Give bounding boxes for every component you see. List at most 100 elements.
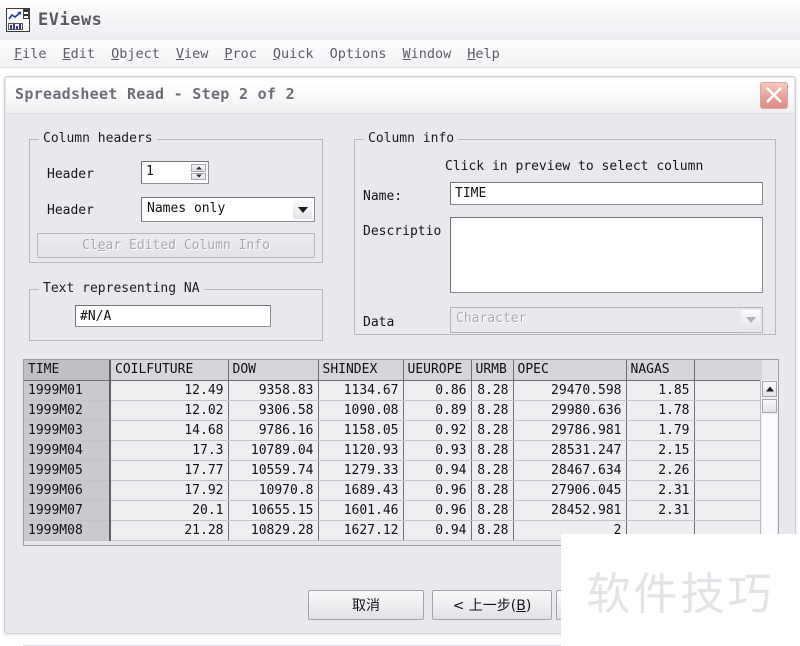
- table-cell[interactable]: 1999M01: [24, 380, 111, 401]
- preview-table[interactable]: TIME COILFUTURE DOW SHINDEX UEUROPE URMB OPEC N…: [24, 360, 762, 541]
- table-cell[interactable]: 8.28: [471, 480, 514, 501]
- table-cell[interactable]: 14.68: [110, 420, 229, 441]
- table-cell[interactable]: 8.28: [471, 420, 514, 441]
- table-cell[interactable]: 0.94: [403, 520, 472, 541]
- table-cell[interactable]: 8.28: [471, 520, 514, 541]
- table-column-header[interactable]: NAGAS: [626, 360, 695, 381]
- back-button[interactable]: < 上一步(B): [432, 590, 552, 620]
- next-button[interactable]: 下: [556, 590, 676, 620]
- table-column-header[interactable]: URMB: [471, 360, 514, 381]
- table-cell[interactable]: 2.26: [626, 460, 695, 481]
- chevron-down-icon[interactable]: [293, 200, 312, 219]
- menu-item-window[interactable]: Window: [394, 44, 459, 64]
- table-cell[interactable]: 29470.598: [513, 380, 627, 401]
- table-row[interactable]: 1999M06 17.92 10970.8 1689.43 0.96 8.28 27906.…: [24, 480, 762, 501]
- scrollbar-track[interactable]: [762, 415, 777, 543]
- cancel-button[interactable]: 取消: [308, 590, 424, 620]
- table-cell[interactable]: 8.28: [471, 440, 514, 461]
- menu-item-file[interactable]: FFileile: [6, 44, 55, 64]
- preview-vertical-scrollbar[interactable]: [760, 380, 778, 545]
- table-cell[interactable]: 10559.74: [228, 460, 319, 481]
- table-cell[interactable]: 2.31: [626, 480, 695, 501]
- table-cell[interactable]: 9786.16: [228, 420, 319, 441]
- table-cell[interactable]: 1999M06: [24, 480, 111, 501]
- stepper-up-icon[interactable]: [191, 164, 206, 172]
- table-cell[interactable]: 1134.67: [318, 380, 404, 401]
- table-column-header[interactable]: TIME: [24, 360, 111, 381]
- close-icon[interactable]: [760, 82, 788, 109]
- table-cell[interactable]: [694, 520, 762, 541]
- table-cell[interactable]: 1158.05: [318, 420, 404, 441]
- table-cell[interactable]: 28467.634: [513, 460, 627, 481]
- table-cell[interactable]: 8.28: [471, 400, 514, 421]
- menu-item-object[interactable]: Object: [103, 44, 168, 64]
- table-cell[interactable]: 9358.83: [228, 380, 319, 401]
- table-cell[interactable]: 2.15: [626, 440, 695, 461]
- column-name-input[interactable]: TIME: [450, 182, 763, 205]
- table-cell[interactable]: 1689.43: [318, 480, 404, 501]
- table-cell[interactable]: 8.28: [471, 500, 514, 521]
- table-cell[interactable]: 0.94: [403, 460, 472, 481]
- table-row[interactable]: 1999M04 17.3 10789.04 1120.93 0.93 8.28 28531.…: [24, 440, 762, 461]
- menu-item-proc[interactable]: Proc: [216, 44, 265, 64]
- table-cell[interactable]: 0.86: [403, 380, 472, 401]
- table-cell[interactable]: [694, 420, 762, 441]
- table-row[interactable]: 1999M03 14.68 9786.16 1158.05 0.92 8.28 29786.…: [24, 420, 762, 441]
- column-data-type-dropdown[interactable]: Character: [450, 307, 763, 333]
- table-cell[interactable]: 1999M02: [24, 400, 111, 421]
- table-cell[interactable]: 1.79: [626, 420, 695, 441]
- table-cell[interactable]: 8.28: [471, 380, 514, 401]
- table-cell[interactable]: [626, 520, 695, 541]
- table-cell[interactable]: 12.49: [110, 380, 229, 401]
- table-cell[interactable]: [694, 440, 762, 461]
- table-cell[interactable]: 10655.15: [228, 500, 319, 521]
- table-cell[interactable]: 1120.93: [318, 440, 404, 461]
- menu-item-options[interactable]: Options: [322, 44, 395, 64]
- menu-item-help[interactable]: Help: [459, 44, 508, 64]
- table-cell[interactable]: 10829.28: [228, 520, 319, 541]
- table-column-header[interactable]: COILFUTURE: [110, 360, 229, 381]
- table-cell[interactable]: [694, 480, 762, 501]
- stepper-down-icon[interactable]: [191, 172, 206, 180]
- menu-item-view[interactable]: View: [168, 44, 217, 64]
- table-cell[interactable]: 1999M03: [24, 420, 111, 441]
- na-text-input[interactable]: #N/A: [75, 305, 271, 327]
- column-description-input[interactable]: [450, 217, 763, 293]
- table-cell[interactable]: 27906.045: [513, 480, 627, 501]
- table-column-header[interactable]: DOW: [228, 360, 319, 381]
- table-row[interactable]: 1999M02 12.02 9306.58 1090.08 0.89 8.28 29980.…: [24, 400, 762, 421]
- table-row[interactable]: 1999M08 21.28 10829.28 1627.12 0.94 8.28 2: [24, 520, 762, 541]
- table-cell[interactable]: 1999M05: [24, 460, 111, 481]
- chevron-up-icon[interactable]: [762, 381, 777, 397]
- table-cell[interactable]: 21.28: [110, 520, 229, 541]
- table-cell[interactable]: 0.89: [403, 400, 472, 421]
- table-cell[interactable]: 2: [513, 520, 627, 541]
- table-cell[interactable]: [694, 400, 762, 421]
- table-cell[interactable]: 2.31: [626, 500, 695, 521]
- chevron-down-icon-data[interactable]: [741, 310, 760, 330]
- table-cell[interactable]: 12.02: [110, 400, 229, 421]
- header-type-dropdown[interactable]: Names only: [141, 197, 315, 222]
- table-cell[interactable]: 0.96: [403, 500, 472, 521]
- stepper-buttons[interactable]: [191, 164, 206, 181]
- table-cell[interactable]: 17.92: [110, 480, 229, 501]
- table-cell[interactable]: [694, 500, 762, 521]
- table-column-header[interactable]: [694, 360, 762, 381]
- table-cell[interactable]: 10970.8: [228, 480, 319, 501]
- table-cell[interactable]: 0.93: [403, 440, 472, 461]
- table-cell[interactable]: 1279.33: [318, 460, 404, 481]
- table-cell[interactable]: 1601.46: [318, 500, 404, 521]
- header-count-stepper[interactable]: 1: [141, 161, 209, 184]
- table-row[interactable]: 1999M07 20.1 10655.15 1601.46 0.96 8.28 28452.…: [24, 500, 762, 521]
- table-cell[interactable]: 20.1: [110, 500, 229, 521]
- table-column-header[interactable]: OPEC: [513, 360, 627, 381]
- table-cell[interactable]: 9306.58: [228, 400, 319, 421]
- table-cell[interactable]: 28531.247: [513, 440, 627, 461]
- table-row[interactable]: 1999M05 17.77 10559.74 1279.33 0.94 8.28 28467…: [24, 460, 762, 481]
- table-cell[interactable]: 1090.08: [318, 400, 404, 421]
- table-cell[interactable]: [694, 380, 762, 401]
- scrollbar-thumb[interactable]: [762, 399, 777, 413]
- table-cell[interactable]: 1999M08: [24, 520, 111, 541]
- table-cell[interactable]: 17.77: [110, 460, 229, 481]
- table-column-header[interactable]: SHINDEX: [318, 360, 404, 381]
